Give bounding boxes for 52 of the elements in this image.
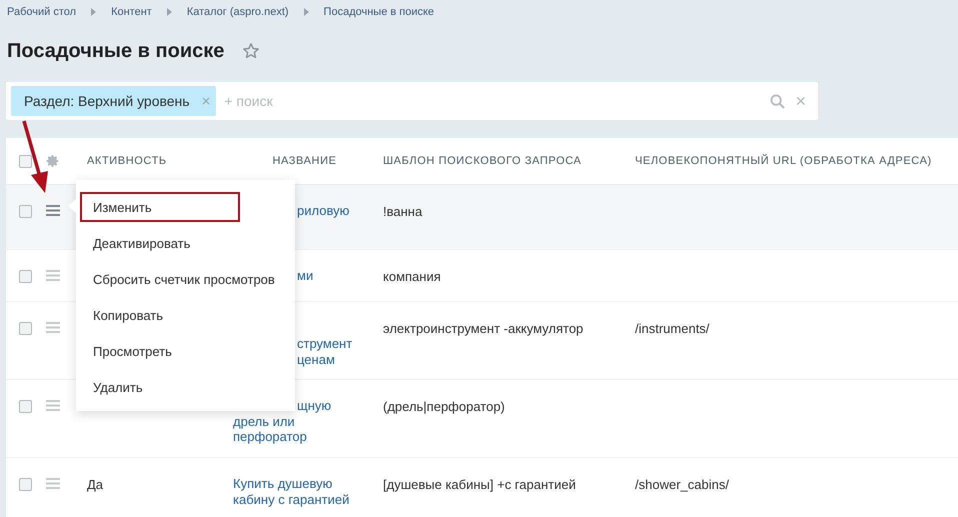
column-header[interactable]: ЧЕЛОВЕКОПОНЯТНЫЙ URL (ОБРАБОТКА АДРЕСА) [635,155,932,167]
table-cell: [душевые кабины] +с гарантией [383,477,576,493]
table-cell: /instruments/ [635,321,710,337]
column-header[interactable]: НАЗВАНИЕ [272,155,337,167]
checkbox[interactable] [19,322,32,335]
chevron-icon [91,8,96,16]
settings-icon[interactable] [46,154,60,168]
item-name-link[interactable]: перфоратор [233,429,307,444]
column-header[interactable]: АКТИВНОСТЬ [87,155,167,167]
table-cell: !ванна [383,204,422,220]
table-cell: электроинструмент -аккумулятор [383,321,584,337]
filter-chip[interactable]: Раздел: Верхний уровень × [11,86,216,116]
table-cell: компания [383,269,441,285]
page-title: Посадочные в поиске [7,40,224,62]
checkbox[interactable] [19,400,32,413]
checkbox[interactable] [19,154,32,168]
breadcrumb-link[interactable]: Контент [111,6,152,18]
item-name-link[interactable]: ми [297,268,314,284]
filter-search-field[interactable]: Раздел: Верхний уровень × + поиск × [6,82,818,120]
menu-item[interactable]: Изменить [80,192,240,222]
menu-item[interactable]: Сбросить счетчик просмотров [80,264,283,294]
item-name-link[interactable]: Купить душевую [233,476,332,492]
checkbox[interactable] [19,205,32,218]
chevron-icon [304,8,309,16]
menu-icon[interactable] [46,478,60,489]
chevron-icon [166,8,172,16]
menu-item[interactable]: Копировать [80,300,240,330]
item-name-link[interactable]: щную [297,398,332,414]
breadcrumb-link[interactable]: Каталог (aspro.next) [186,6,289,18]
item-name-link[interactable]: струмент [297,336,352,352]
menu-icon[interactable] [46,205,60,216]
star-icon[interactable] [242,42,260,60]
menu-item[interactable]: Деактивировать [80,228,240,258]
item-name-link[interactable]: кабину с гарантией [233,492,350,507]
item-name-link[interactable]: ценам [297,352,335,367]
item-name-link[interactable]: риловую [297,203,350,218]
table-cell: /shower_cabins/ [635,477,729,493]
menu-item[interactable]: Просмотреть [80,336,240,366]
menu-icon[interactable] [46,270,60,281]
column-header[interactable]: ШАБЛОН ПОИСКОВОГО ЗАПРОСА [383,155,582,167]
item-name-link[interactable]: дрель или [233,414,295,429]
breadcrumb-link[interactable]: Посадочные в поиске [324,6,434,18]
menu-icon[interactable] [46,322,60,333]
table-cell: (дрель|перфоратор) [383,399,505,415]
search-icon[interactable] [770,94,786,108]
checkbox[interactable] [19,478,32,491]
menu-item[interactable]: Удалить [80,372,240,402]
table-cell: Да [87,477,104,493]
filter-chip-label: Раздел: Верхний уровень [24,93,190,109]
breadcrumb-link[interactable]: Рабочий стол [7,6,76,18]
menu-icon[interactable] [46,400,60,411]
checkbox[interactable] [19,270,32,283]
